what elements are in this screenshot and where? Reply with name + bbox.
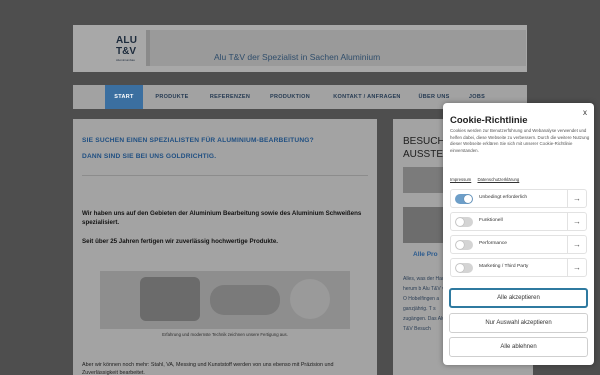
nav-item-produktion[interactable]: PRODUKTION [263, 85, 317, 109]
header-tagline: Alu T&V der Spezialist in Sachen Alumini… [214, 52, 381, 62]
nav-item-referenzen[interactable]: REFERENZEN [203, 85, 257, 109]
performance-toggle[interactable] [455, 240, 473, 250]
cookie-category-functional: Funktionell → [450, 212, 587, 231]
category-label: Marketing / Third Party [479, 264, 529, 269]
logo-subtitle: Aluminiumbau [116, 58, 136, 62]
arrow-right-icon[interactable]: → [567, 213, 586, 230]
company-logo[interactable]: ALU T&V Aluminiumbau [113, 32, 147, 64]
headline-primary: SIE SUCHEN EINEN SPEZIALISTEN FÜR ALUMIN… [82, 137, 314, 144]
cookie-links: Impressum Datenschutzerklärung [450, 177, 524, 182]
nav-item-start[interactable]: START [105, 85, 143, 109]
category-label: Unbedingt erforderlich [479, 195, 528, 200]
logo-text-line1: ALU [116, 35, 138, 46]
content-divider [82, 175, 368, 176]
logo-text-line2: T&V [116, 46, 136, 57]
headline-secondary: DANN SIND SIE BEI UNS GOLDRICHTIG. [82, 153, 217, 160]
reject-all-button[interactable]: Alle ablehnen [449, 337, 588, 357]
functional-toggle[interactable] [455, 217, 473, 227]
all-products-link[interactable]: Alle Pro [413, 251, 438, 258]
main-content: SIE SUCHEN EINEN SPEZIALISTEN FÜR ALUMIN… [73, 119, 377, 375]
nav-item-kontakt[interactable]: KONTAKT / ANFRAGEN [326, 85, 408, 109]
accept-selection-button[interactable]: Nur Auswahl akzeptieren [449, 313, 588, 333]
cookie-category-required: Unbedingt erforderlich → [450, 189, 587, 208]
cookie-description: Cookies werden zur Benutzerführung und W… [450, 128, 590, 153]
cookie-category-marketing: Marketing / Third Party → [450, 258, 587, 277]
nav-item-produkte[interactable]: PRODUKTE [149, 85, 195, 109]
required-toggle[interactable] [455, 194, 473, 204]
photo-caption: Erfahrung und modernste Technik zeichnen… [162, 332, 288, 337]
site-header: ALU T&V Aluminiumbau Alu T&V der Spezial… [73, 25, 527, 72]
arrow-right-icon[interactable]: → [567, 259, 586, 276]
side-title-line2: AUSSTEL [403, 149, 449, 160]
cookie-consent-dialog: x Cookie-Richtlinie Cookies werden zur B… [443, 103, 594, 365]
side-title-line1: BESUCH [403, 136, 445, 147]
intro-paragraph: Wir haben uns auf den Gebieten der Alumi… [82, 210, 362, 226]
marketing-toggle[interactable] [455, 263, 473, 273]
close-icon[interactable]: x [583, 108, 587, 117]
side-title: BESUCH AUSSTEL [403, 135, 449, 161]
experience-paragraph: Seit über 25 Jahren fertigen wir zuverlä… [82, 238, 278, 245]
body-text: Aber wir können noch mehr: Stahl, VA, Me… [82, 362, 334, 375]
accept-all-button[interactable]: Alle akzeptieren [449, 288, 588, 308]
arrow-right-icon[interactable]: → [567, 190, 586, 207]
cookie-title: Cookie-Richtlinie [450, 115, 528, 126]
cookie-category-list: Unbedingt erforderlich → Funktionell → P… [450, 189, 587, 281]
imprint-link[interactable]: Impressum [450, 177, 471, 182]
arrow-right-icon[interactable]: → [567, 236, 586, 253]
machining-photo [100, 271, 350, 329]
cookie-category-performance: Performance → [450, 235, 587, 254]
privacy-policy-link[interactable]: Datenschutzerklärung [477, 177, 519, 182]
category-label: Performance [479, 241, 507, 246]
category-label: Funktionell [479, 218, 503, 223]
